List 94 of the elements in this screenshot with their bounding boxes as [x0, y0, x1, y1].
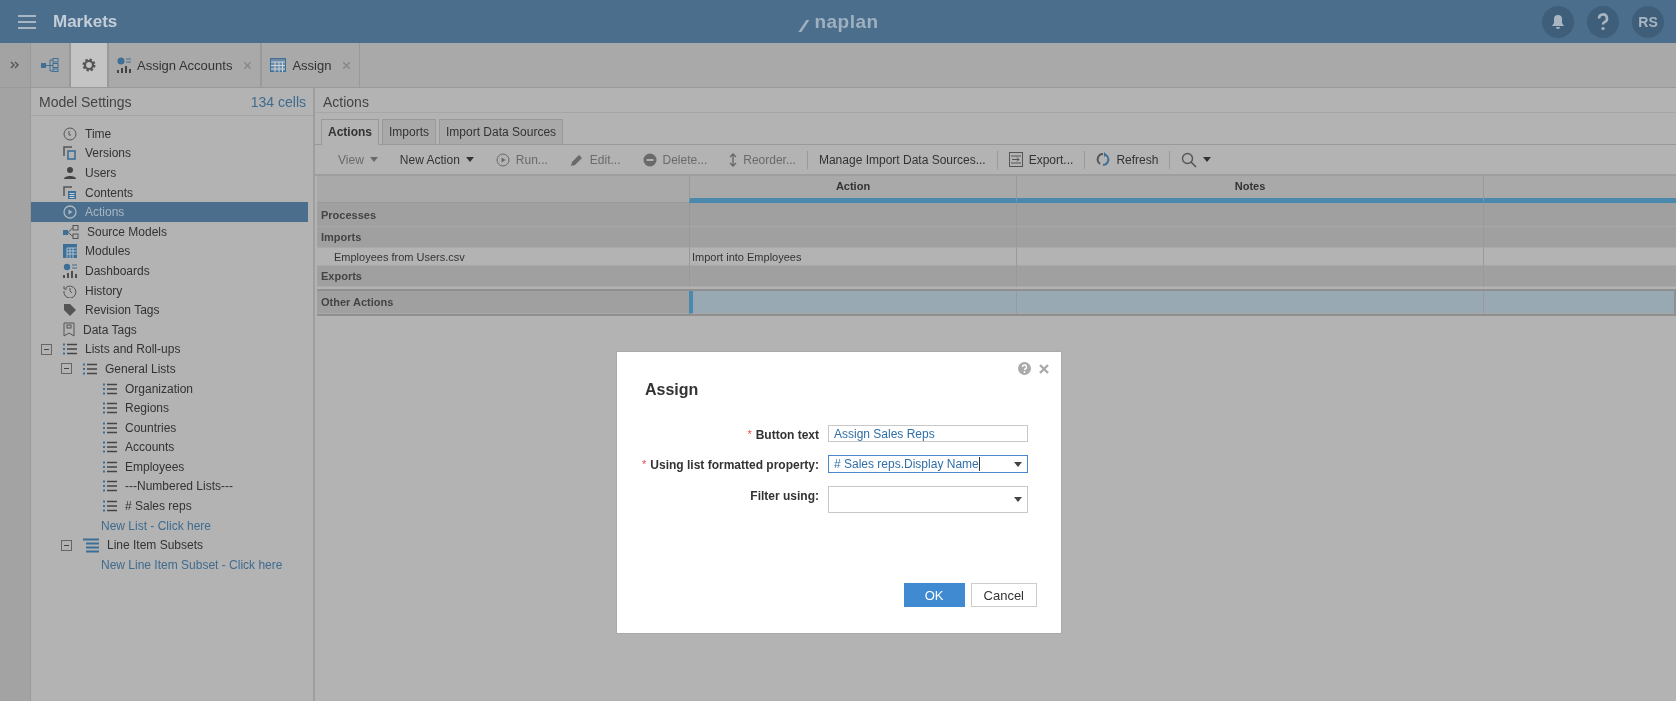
bookmark-icon	[63, 322, 75, 338]
tree-item[interactable]: History	[61, 280, 308, 301]
bell-icon[interactable]	[1542, 5, 1574, 38]
tree-item[interactable]: Contents	[61, 182, 308, 203]
play-icon	[495, 152, 510, 167]
pencil-icon	[569, 152, 584, 167]
cancel-button[interactable]: Cancel	[970, 583, 1037, 607]
tab[interactable]: Import Data Sources	[439, 119, 564, 144]
required-mark: *	[642, 458, 647, 472]
section-title: Actions	[315, 88, 1676, 113]
tree-item[interactable]: Modules	[61, 241, 308, 262]
tree-item[interactable]: Regions	[101, 398, 308, 418]
list-icon	[83, 362, 97, 375]
tree-item[interactable]: Dashboards	[61, 261, 308, 281]
person-icon	[63, 166, 77, 180]
help-icon[interactable]	[1587, 5, 1619, 38]
tree-item[interactable]: General Lists	[81, 359, 308, 379]
caret-icon	[1014, 497, 1022, 502]
collapse-toggle-icon[interactable]	[61, 539, 72, 551]
menu-icon[interactable]	[18, 14, 36, 29]
text-field[interactable]: Assign Sales Reps	[828, 425, 1028, 442]
dropdown-field[interactable]: # Sales reps.Display Name	[828, 455, 1028, 473]
tree-item[interactable]: Users	[61, 163, 308, 183]
grid-icon	[270, 58, 287, 72]
chart-icon	[63, 263, 77, 279]
tree-item[interactable]: Line Item Subsets	[81, 535, 308, 556]
panel-title: Model Settings	[39, 93, 132, 110]
expand-icon[interactable]	[10, 61, 20, 69]
required-mark: *	[747, 428, 752, 442]
tree-item[interactable]: Versions	[61, 143, 308, 164]
cell-count: 134 cells	[250, 93, 306, 110]
document-icon	[63, 185, 77, 200]
play-icon	[63, 205, 77, 220]
tab[interactable]: Actions	[321, 119, 379, 145]
tree-item[interactable]: Employees	[101, 457, 308, 477]
squares-icon	[63, 146, 77, 161]
close-icon[interactable]	[1039, 363, 1049, 374]
field-label: Using list formatted property:	[650, 458, 819, 472]
dropdown-field[interactable]	[828, 486, 1028, 513]
tree-item[interactable]: Countries	[101, 417, 308, 438]
list-icon	[103, 500, 117, 513]
clock-icon	[63, 126, 77, 141]
list-icon	[103, 480, 117, 493]
tag-icon	[63, 303, 77, 318]
list-icon	[103, 382, 117, 395]
caret-icon	[1203, 157, 1212, 162]
gear-icon	[81, 57, 97, 73]
document-tab[interactable]: Assign Accounts	[108, 43, 262, 87]
help-icon[interactable]	[1018, 362, 1031, 375]
dialog-title: Assign	[645, 381, 700, 399]
toolbar-button[interactable]: Refresh	[1085, 148, 1170, 171]
list-icon	[103, 402, 117, 415]
app-title: Markets	[53, 11, 118, 32]
minus-circle-icon	[642, 152, 657, 167]
lines-icon	[83, 537, 99, 553]
nav-tab[interactable]	[30, 43, 70, 87]
tree-item[interactable]: Accounts	[101, 437, 308, 458]
collapse-toggle-icon[interactable]	[41, 343, 52, 355]
caret-icon	[465, 157, 474, 162]
up-down-arrow-icon	[729, 152, 738, 167]
tree-item[interactable]: Organization	[101, 378, 308, 399]
tree-item[interactable]: ---Numbered Lists---	[101, 476, 308, 497]
document-tab[interactable]: Assign	[261, 43, 361, 87]
hierarchy-icon	[41, 58, 59, 72]
tree-item[interactable]: Revision Tags	[61, 300, 308, 320]
tree-item[interactable]: Lists and Roll-ups	[61, 339, 308, 360]
ok-button[interactable]: OK	[903, 583, 965, 607]
caret-icon	[369, 157, 378, 162]
field-label: Filter using:	[750, 489, 819, 503]
toolbar-button[interactable]: Manage Import Data Sources...	[807, 148, 997, 171]
chart-icon	[117, 57, 131, 73]
field-label: Button text	[755, 428, 819, 442]
list-icon	[103, 421, 117, 434]
tree-item[interactable]: Source Models	[61, 221, 308, 242]
list-icon	[63, 343, 77, 356]
grid-icon	[63, 244, 77, 259]
hierarchy-icon	[63, 224, 79, 239]
refresh-icon	[1096, 152, 1111, 167]
collapse-toggle-icon[interactable]	[61, 363, 72, 375]
tree-item[interactable]: Data Tags	[61, 319, 308, 340]
export-icon	[1008, 152, 1023, 167]
caret-icon	[1014, 461, 1022, 467]
history-icon	[63, 283, 77, 298]
list-icon	[103, 460, 117, 473]
nav-tab[interactable]	[70, 43, 108, 87]
search-icon	[1181, 151, 1198, 168]
list-icon	[103, 441, 117, 454]
toolbar-button[interactable]: Export...	[997, 148, 1085, 171]
user-avatar[interactable]: RS	[1632, 5, 1664, 38]
logo-text: naplan	[814, 10, 879, 33]
tab[interactable]: Imports	[382, 119, 437, 144]
tree-item[interactable]: # Sales reps	[101, 496, 308, 516]
toolbar-button[interactable]: New Action	[388, 148, 485, 171]
tree-item[interactable]: Time	[61, 124, 308, 144]
